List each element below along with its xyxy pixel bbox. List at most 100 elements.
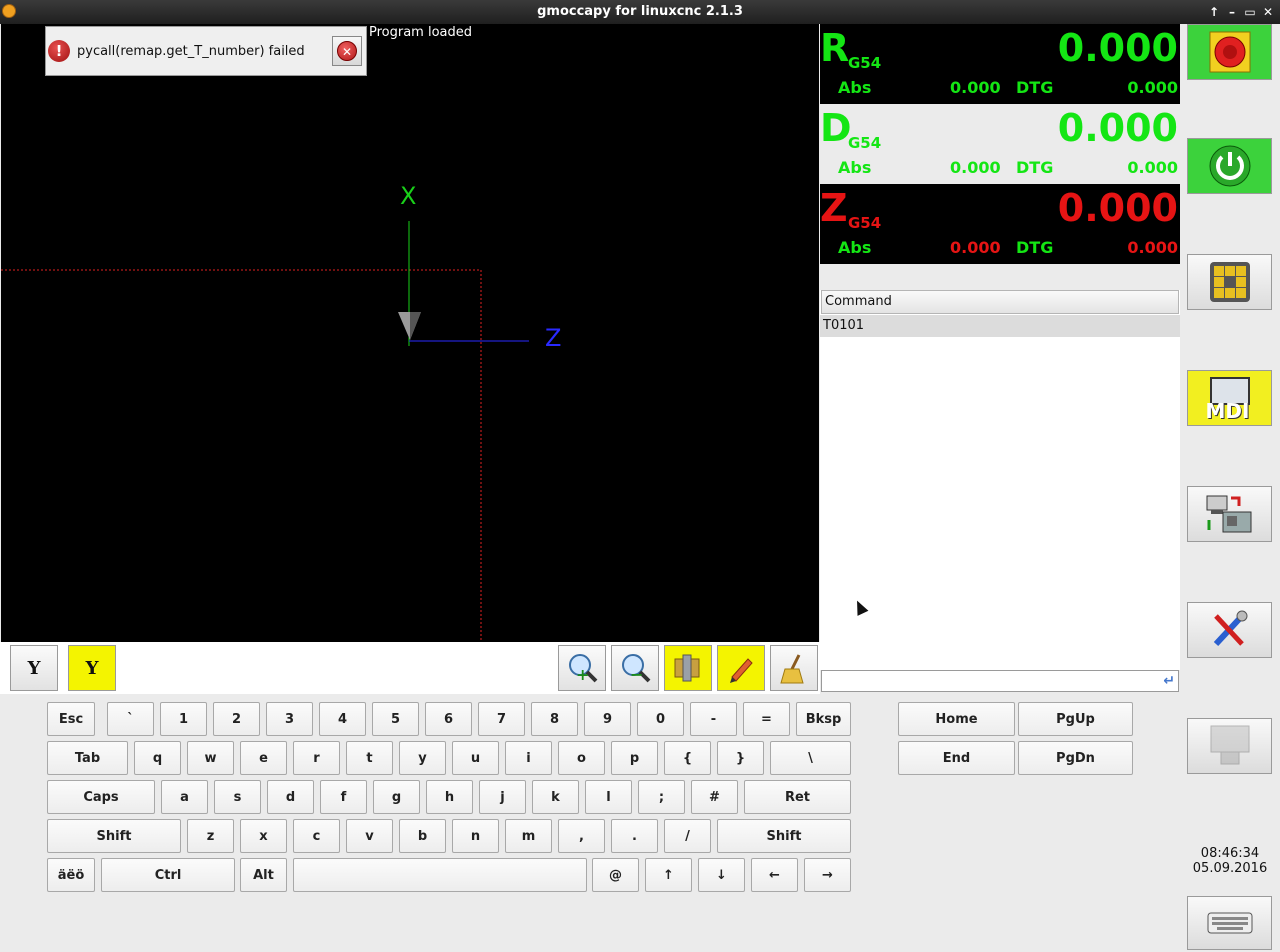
key[interactable]: 3 (266, 702, 313, 736)
view-y-flipped-button[interactable]: Y (68, 645, 116, 691)
key[interactable]: Esc (47, 702, 95, 736)
key[interactable]: { (664, 741, 711, 775)
key[interactable]: 8 (531, 702, 578, 736)
key[interactable]: 2 (213, 702, 260, 736)
emergency-stop-button[interactable] (1187, 24, 1272, 80)
axis-x-label: X (400, 182, 417, 210)
dro-value: 0.000 (1057, 186, 1178, 230)
window-maximize-icon[interactable]: ▭ (1244, 0, 1256, 24)
key[interactable]: d (267, 780, 314, 814)
key-nav[interactable]: End (898, 741, 1015, 775)
key[interactable]: o (558, 741, 605, 775)
key[interactable]: Tab (47, 741, 128, 775)
key[interactable]: h (426, 780, 473, 814)
key[interactable]: ← (751, 858, 798, 892)
key-space[interactable] (293, 858, 587, 892)
key[interactable]: } (717, 741, 764, 775)
show-dimensions-button[interactable] (664, 645, 712, 691)
key[interactable]: - (690, 702, 737, 736)
key[interactable]: Shift (47, 819, 181, 853)
auto-mode-button[interactable] (1187, 486, 1272, 542)
machine-power-button[interactable] (1187, 138, 1272, 194)
key[interactable]: # (691, 780, 738, 814)
show-tool-path-button[interactable] (717, 645, 765, 691)
dro-axis-letter: D (820, 106, 852, 150)
key[interactable]: = (743, 702, 790, 736)
key[interactable]: k (532, 780, 579, 814)
key[interactable]: a (161, 780, 208, 814)
view-y-button[interactable]: Y (10, 645, 58, 691)
key[interactable]: ↓ (698, 858, 745, 892)
key[interactable]: f (320, 780, 367, 814)
key[interactable]: 0 (637, 702, 684, 736)
key[interactable]: c (293, 819, 340, 853)
key[interactable]: y (399, 741, 446, 775)
key[interactable]: s (214, 780, 261, 814)
key[interactable]: 1 (160, 702, 207, 736)
list-item[interactable]: T0101 (820, 315, 1180, 337)
key[interactable]: v (346, 819, 393, 853)
key[interactable]: ` (107, 702, 154, 736)
window-close-icon[interactable]: ✕ (1262, 0, 1274, 24)
key-nav[interactable]: PgUp (1018, 702, 1133, 736)
zoom-in-button[interactable]: + (558, 645, 606, 691)
key[interactable]: p (611, 741, 658, 775)
key[interactable]: \ (770, 741, 851, 775)
window-minimize-icon[interactable]: – (1226, 0, 1238, 24)
key[interactable]: Bksp (796, 702, 851, 736)
key[interactable]: 7 (478, 702, 525, 736)
key[interactable]: 4 (319, 702, 366, 736)
key[interactable]: l (585, 780, 632, 814)
key[interactable]: Ret (744, 780, 851, 814)
zoom-out-button[interactable]: − (611, 645, 659, 691)
settings-button[interactable] (1187, 602, 1272, 658)
key[interactable]: ; (638, 780, 685, 814)
key[interactable]: Alt (240, 858, 287, 892)
key[interactable]: / (664, 819, 711, 853)
key[interactable]: i (505, 741, 552, 775)
key[interactable]: @ (592, 858, 639, 892)
manual-mode-button[interactable] (1187, 254, 1272, 310)
key[interactable]: äëö (47, 858, 95, 892)
key[interactable]: 9 (584, 702, 631, 736)
key[interactable]: z (187, 819, 234, 853)
key[interactable]: q (134, 741, 181, 775)
window-keep-above-icon[interactable]: ↑ (1208, 0, 1220, 24)
mdi-command-input[interactable]: ↵ (821, 670, 1179, 692)
key[interactable]: Shift (717, 819, 851, 853)
key[interactable]: → (804, 858, 851, 892)
key[interactable]: g (373, 780, 420, 814)
key[interactable]: Caps (47, 780, 155, 814)
key[interactable]: . (611, 819, 658, 853)
key[interactable]: ↑ (645, 858, 692, 892)
key[interactable]: u (452, 741, 499, 775)
clear-plot-button[interactable] (770, 645, 818, 691)
key[interactable]: m (505, 819, 552, 853)
dro-axis-r[interactable]: R G54 0.000 Abs 0.000 DTG 0.000 (820, 24, 1180, 104)
close-error-button[interactable]: ✕ (332, 36, 362, 66)
command-column-header[interactable]: Command (821, 290, 1179, 314)
gcode-preview[interactable]: X Z Program loaded ! pycall(remap.get_T_… (1, 24, 819, 642)
key[interactable]: , (558, 819, 605, 853)
dro-axis-z[interactable]: Z G54 0.000 Abs 0.000 DTG 0.000 (820, 184, 1180, 264)
key-nav[interactable]: Home (898, 702, 1015, 736)
key[interactable]: r (293, 741, 340, 775)
key[interactable]: 5 (372, 702, 419, 736)
key[interactable]: b (399, 819, 446, 853)
enter-icon[interactable]: ↵ (1163, 673, 1175, 689)
dro-axis-d[interactable]: D G54 0.000 Abs 0.000 DTG 0.000 (820, 104, 1180, 184)
key[interactable]: Ctrl (101, 858, 235, 892)
key[interactable]: e (240, 741, 287, 775)
key[interactable]: t (346, 741, 393, 775)
key-nav[interactable]: PgDn (1018, 741, 1133, 775)
key[interactable]: j (479, 780, 526, 814)
key[interactable]: 6 (425, 702, 472, 736)
status-message: Program loaded (369, 25, 473, 40)
axis-z-label: Z (545, 324, 562, 352)
key[interactable]: n (452, 819, 499, 853)
mdi-history-list[interactable]: Command T0101 (820, 290, 1180, 670)
mdi-mode-button[interactable]: MDI (1187, 370, 1272, 426)
key[interactable]: x (240, 819, 287, 853)
jog-arrows-icon (1209, 262, 1250, 302)
key[interactable]: w (187, 741, 234, 775)
